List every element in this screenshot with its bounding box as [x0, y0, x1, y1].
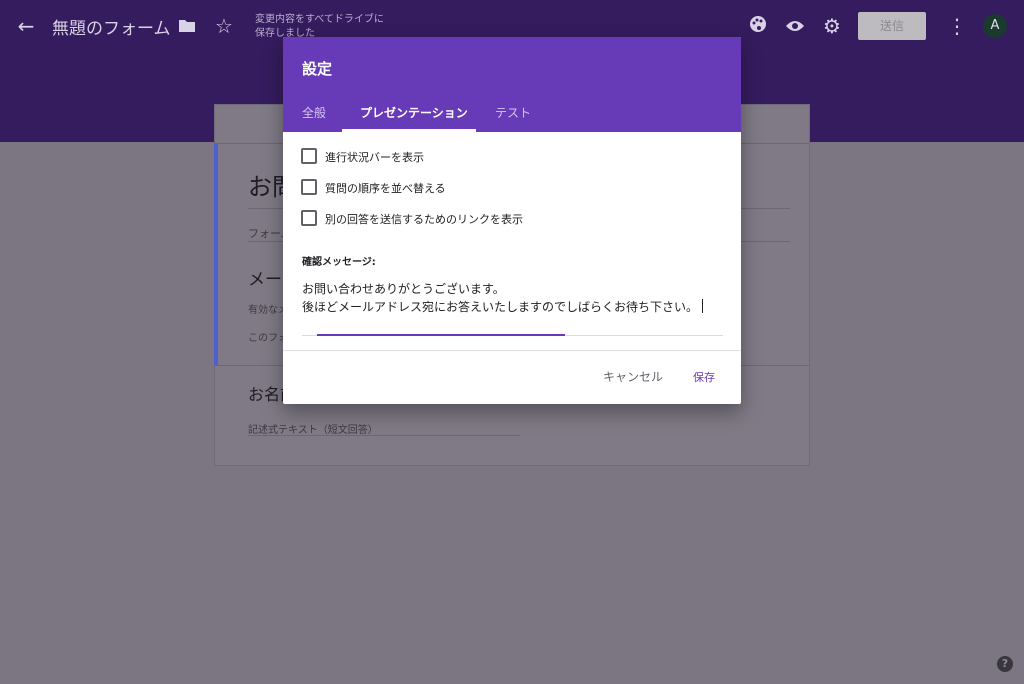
dialog-title: 設定	[302, 60, 333, 78]
settings-gear-icon[interactable]: ⚙	[821, 15, 843, 37]
folder-icon[interactable]	[176, 15, 198, 37]
progress-bar-checkbox[interactable]	[301, 148, 317, 164]
submit-another-link-checkbox[interactable]	[301, 210, 317, 226]
confirmation-line-1: お問い合わせありがとうございます。	[302, 282, 505, 296]
cancel-button[interactable]: キャンセル	[603, 368, 663, 385]
dialog-header: 設定 全般 プレゼンテーション テスト	[283, 37, 741, 132]
input-focus-underline	[317, 334, 565, 336]
avatar[interactable]: A	[983, 14, 1007, 38]
back-arrow-icon[interactable]: ←	[15, 15, 37, 37]
help-icon[interactable]: ?	[997, 656, 1013, 672]
text-caret	[702, 299, 704, 313]
shuffle-questions-checkbox[interactable]	[301, 179, 317, 195]
question-note: このフォ	[248, 333, 288, 344]
answer-underline	[248, 435, 520, 436]
option-label: 質問の順序を並べ替える	[325, 182, 446, 195]
send-button[interactable]: 送信	[858, 12, 926, 40]
save-button[interactable]: 保存	[693, 369, 715, 385]
palette-icon[interactable]	[747, 15, 769, 37]
settings-dialog: 設定 全般 プレゼンテーション テスト 進行状況バーを表示 質問の順序を並べ替え…	[283, 37, 741, 404]
short-answer-placeholder: 記述式テキスト（短文回答）	[248, 425, 378, 436]
more-options-icon[interactable]: ⋮	[946, 15, 968, 37]
tab-general[interactable]: 全般	[302, 104, 326, 121]
option-label: 進行状況バーを表示	[325, 151, 424, 164]
card-accent-bar	[214, 143, 218, 365]
form-title[interactable]: 無題のフォーム	[52, 14, 171, 39]
preview-eye-icon[interactable]	[784, 15, 806, 37]
tab-presentation[interactable]: プレゼンテーション	[360, 104, 468, 121]
save-status-line1: 変更内容をすべてドライブに	[255, 14, 384, 25]
confirmation-message-label: 確認メッセージ:	[302, 257, 376, 268]
active-tab-indicator	[342, 129, 476, 132]
option-label: 別の回答を送信するためのリンクを表示	[325, 213, 523, 226]
confirmation-message-input[interactable]: お問い合わせありがとうございます。 後ほどメールアドレス宛にお答えいたしますので…	[302, 280, 732, 316]
tab-test[interactable]: テスト	[495, 104, 531, 121]
star-icon[interactable]: ☆	[213, 15, 235, 37]
dialog-divider	[283, 350, 741, 351]
confirmation-line-2: 後ほどメールアドレス宛にお答えいたしますのでしばらくお待ち下さい。	[302, 300, 699, 314]
question-hint: 有効なメ	[248, 305, 288, 316]
